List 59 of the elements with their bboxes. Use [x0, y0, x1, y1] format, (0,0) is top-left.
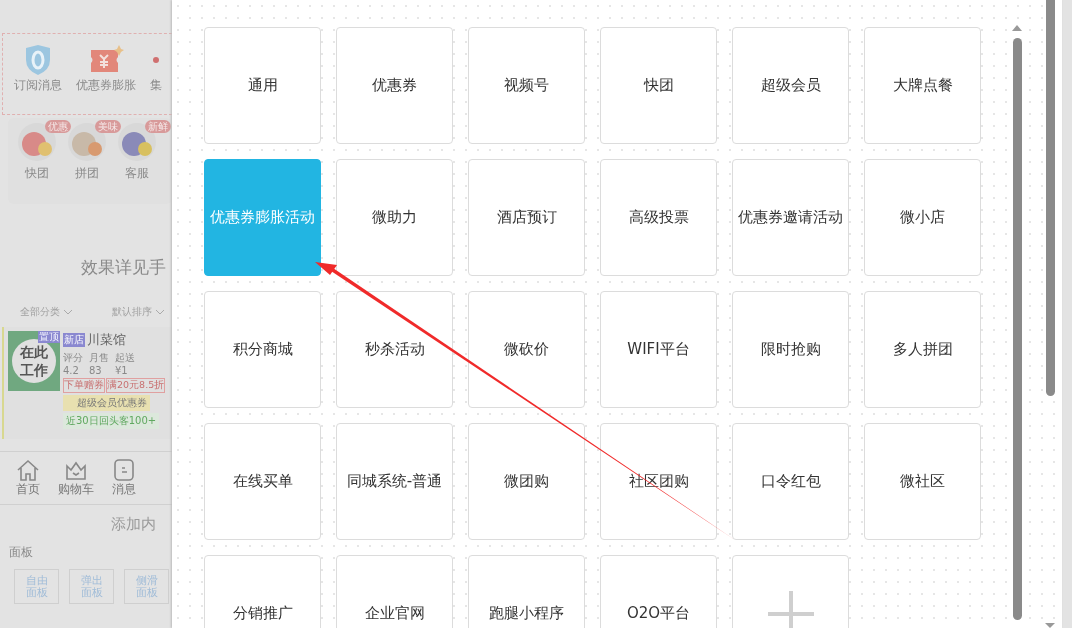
section-title: 添加内: [111, 515, 157, 534]
store-name: 川菜馆: [87, 331, 126, 349]
module-tile[interactable]: 企业官网: [336, 555, 453, 628]
module-tile[interactable]: 大牌点餐: [864, 27, 981, 144]
module-tile[interactable]: 同城系统-普通: [336, 423, 453, 540]
tab-item[interactable]: 消息: [112, 452, 136, 504]
scroll-up-icon[interactable]: [1012, 25, 1022, 31]
module-tile[interactable]: 分销推广: [204, 555, 321, 628]
module-tile[interactable]: 多人拼团: [864, 291, 981, 408]
caret-icon: [156, 309, 164, 315]
caret-icon: [64, 309, 72, 315]
stat-label: 评分: [63, 351, 83, 365]
module-tile[interactable]: 快团: [600, 27, 717, 144]
stat-label: 起送: [115, 351, 135, 365]
tab-item[interactable]: 购物车: [58, 452, 94, 504]
home-icon: [16, 458, 40, 481]
message-icon: [113, 458, 135, 481]
module-tile[interactable]: 微社区: [864, 423, 981, 540]
module-tile[interactable]: 秒杀活动: [336, 291, 453, 408]
module-tile[interactable]: 优惠券邀请活动: [732, 159, 849, 276]
scrollbar[interactable]: [1046, 0, 1055, 396]
module-tile[interactable]: 超级会员: [732, 27, 849, 144]
module-tile[interactable]: 限时抢购: [732, 291, 849, 408]
stat-value: ¥1: [115, 365, 129, 376]
badge: 新鲜: [145, 120, 171, 133]
stat-value: 4.2: [63, 365, 80, 376]
module-tile[interactable]: 微助力: [336, 159, 453, 276]
shield-icon: [23, 44, 53, 76]
badge: 美味: [95, 120, 121, 133]
highlight-tag: 近30日回头客100+: [63, 413, 160, 429]
module-tile[interactable]: 跑腿小程序: [468, 555, 585, 628]
module-tile[interactable]: 通用: [204, 27, 321, 144]
module-tile[interactable]: 口令红包: [732, 423, 849, 540]
badge: 优惠: [45, 120, 71, 133]
tab-item[interactable]: 首页: [16, 452, 40, 504]
pinned-badge: 置顶: [38, 331, 60, 343]
notice-text: 效果详见手: [81, 256, 167, 279]
plus-icon: [767, 590, 814, 628]
module-tile[interactable]: 优惠券: [336, 27, 453, 144]
module-tile[interactable]: 微团购: [468, 423, 585, 540]
section-label: 面板: [9, 544, 34, 561]
coupon-tag: 下单赠券: [63, 378, 105, 393]
vip-tag: 超级会员优惠券: [63, 395, 150, 411]
stat-label: 月售: [89, 351, 109, 365]
dot-icon: [153, 57, 159, 63]
module-tile[interactable]: 积分商城: [204, 291, 321, 408]
scroll-down-icon[interactable]: [1045, 623, 1055, 628]
module-tile[interactable]: 微砍价: [468, 291, 585, 408]
scrollbar[interactable]: [1013, 38, 1022, 620]
module-tile[interactable]: 酒店预订: [468, 159, 585, 276]
module-tile[interactable]: 在线买单: [204, 423, 321, 540]
module-tile[interactable]: 视频号: [468, 27, 585, 144]
module-tile[interactable]: 微小店: [864, 159, 981, 276]
module-tile[interactable]: WIFI平台: [600, 291, 717, 408]
coupon-tag: 满20元8.5折: [106, 378, 166, 393]
module-tile[interactable]: O2O平台: [600, 555, 717, 628]
stat-value: 83: [89, 365, 103, 376]
new-badge: 新店: [63, 333, 85, 347]
module-tile[interactable]: 高级投票: [600, 159, 717, 276]
